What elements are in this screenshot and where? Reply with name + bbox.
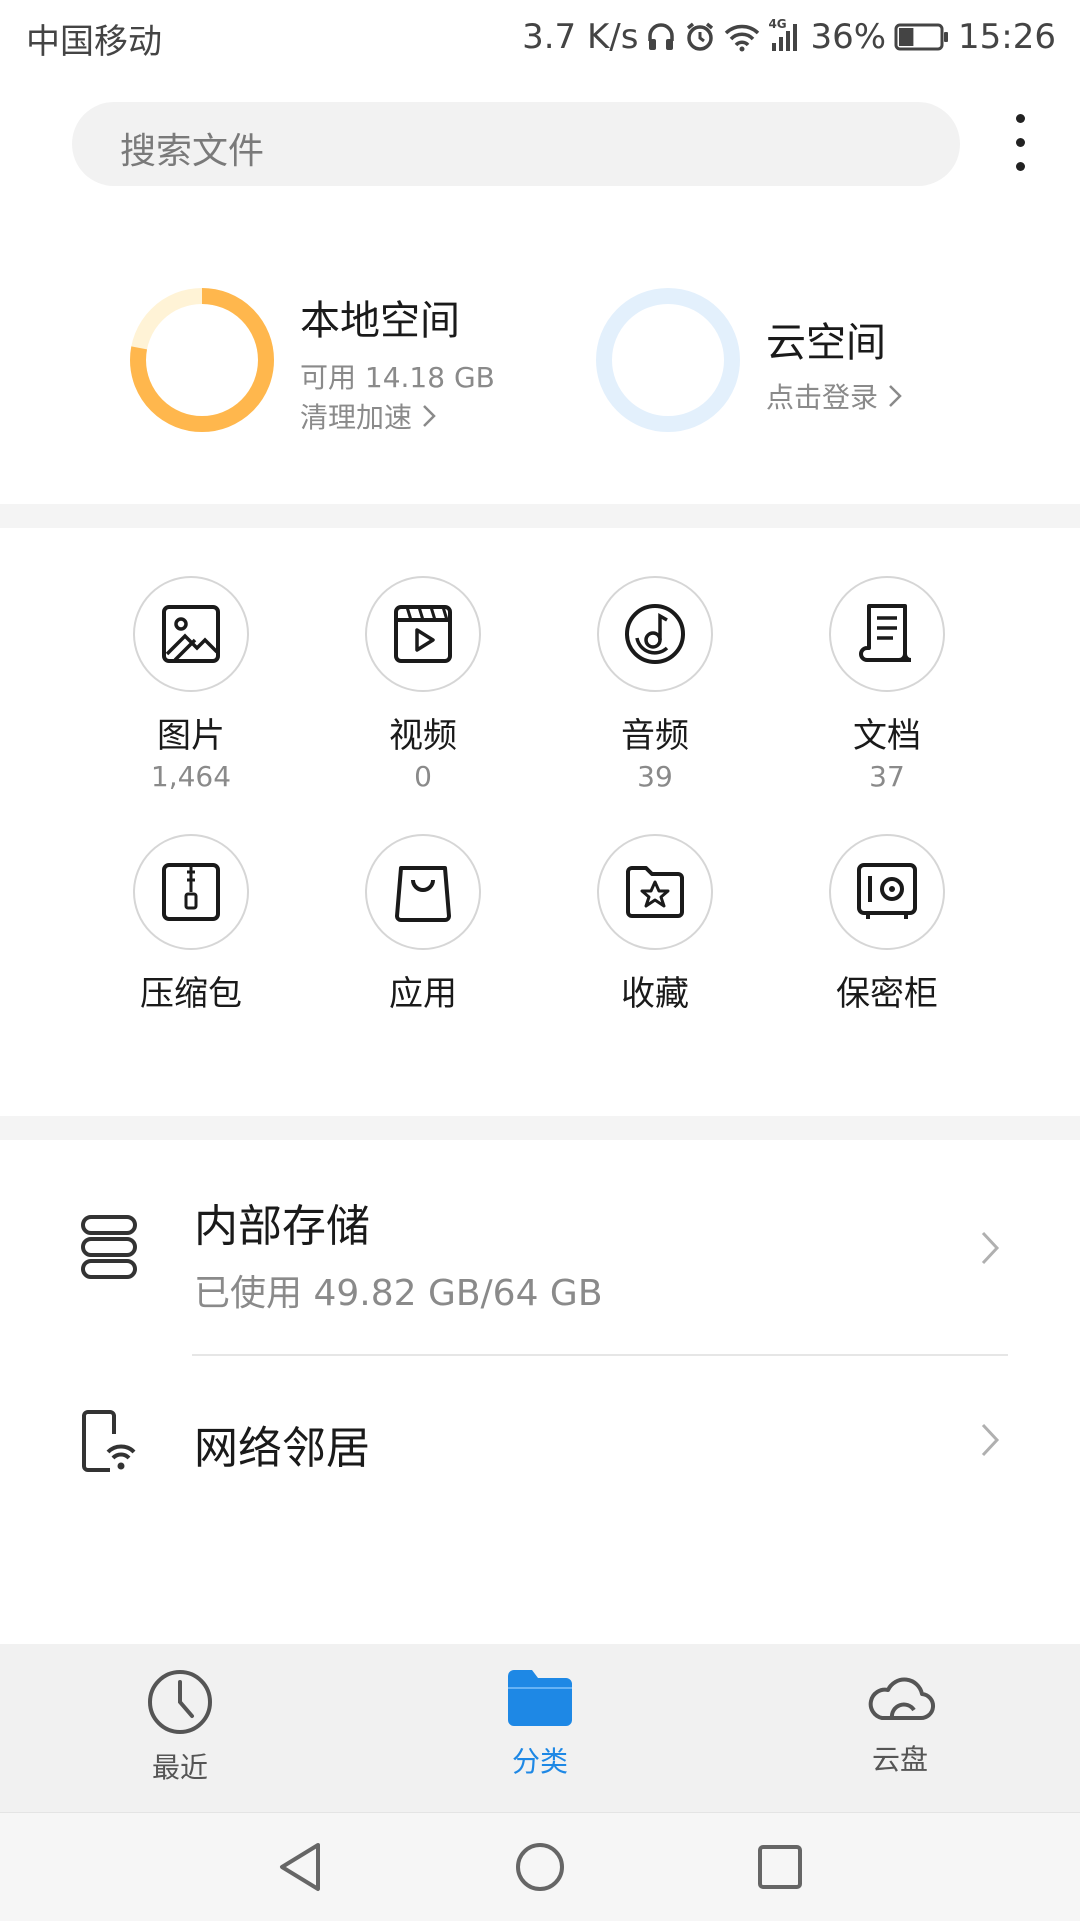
local-storage-title: 本地空间 [300, 298, 460, 344]
shopping-bag-icon [395, 866, 451, 922]
category-count: 0 [414, 760, 432, 793]
chevron-right-icon [981, 1423, 1000, 1457]
tab-label: 最近 [151, 1751, 208, 1784]
cloud-icon [868, 1677, 935, 1721]
home-icon[interactable] [514, 1841, 566, 1893]
cleanup-link[interactable]: 清理加速 [300, 396, 436, 436]
category-label: 文档 [853, 716, 921, 756]
category-count: 1,464 [150, 760, 232, 793]
document-icon [859, 604, 912, 662]
category-videos[interactable]: 视频 0 [307, 576, 539, 794]
category-apps[interactable]: 应用 [307, 834, 539, 1014]
list-separator [192, 1354, 1008, 1356]
category-count: 39 [637, 760, 673, 793]
cloud-storage-card[interactable]: 云空间 点击登录 [594, 284, 974, 444]
safe-icon [857, 863, 917, 919]
system-nav-bar [0, 1812, 1080, 1921]
clock-time: 15:26 [958, 17, 1056, 57]
category-label: 应用 [389, 974, 457, 1014]
category-archives[interactable]: 压缩包 [75, 834, 307, 1014]
more-dot-icon [1016, 138, 1025, 147]
chevron-right-icon [423, 405, 436, 427]
chevron-right-icon [981, 1231, 1000, 1265]
storage-stack-icon [81, 1215, 137, 1279]
recents-icon[interactable] [756, 1843, 804, 1891]
category-label: 压缩包 [140, 974, 242, 1014]
internal-storage-usage: 已使用 49.82 GB/64 GB [194, 1273, 603, 1314]
image-icon [162, 605, 220, 663]
battery-percent: 36% [810, 17, 887, 57]
search-bar[interactable]: 搜索文件 [72, 102, 960, 186]
folder-icon [508, 1670, 572, 1726]
local-storage-available: 可用 14.18 GB [300, 361, 495, 394]
back-icon[interactable] [276, 1841, 324, 1893]
network-neighbors-row[interactable]: 网络邻居 [0, 1358, 1080, 1522]
cloud-login-link[interactable]: 点击登录 [766, 376, 902, 416]
network-neighbors-title: 网络邻居 [194, 1423, 370, 1474]
category-label: 收藏 [621, 974, 689, 1014]
cloud-storage-ring [596, 288, 740, 432]
category-documents[interactable]: 文档 37 [771, 576, 1003, 794]
category-images[interactable]: 图片 1,464 [75, 576, 307, 794]
category-count: 37 [869, 760, 905, 793]
more-dot-icon [1016, 114, 1025, 123]
search-input[interactable]: 搜索文件 [120, 122, 264, 174]
cloud-login-label: 点击登录 [766, 381, 879, 414]
category-audio[interactable]: 音频 39 [539, 576, 771, 794]
category-icon-circle [365, 576, 481, 692]
category-icon-circle [133, 834, 249, 950]
video-icon [394, 605, 452, 663]
phone-wifi-icon [82, 1410, 136, 1472]
star-folder-icon [626, 866, 684, 918]
category-label: 保密柜 [836, 974, 938, 1014]
tab-categories[interactable]: 分类 [450, 1668, 630, 1780]
internal-storage-title: 内部存储 [194, 1201, 370, 1252]
category-favorites[interactable]: 收藏 [539, 834, 771, 1014]
category-icon-circle [829, 834, 945, 950]
internal-storage-row[interactable]: 内部存储 已使用 49.82 GB/64 GB [0, 1160, 1080, 1350]
tab-label: 分类 [511, 1745, 568, 1778]
status-indicators: 3.7 K/s 4G 36% 15:26 [522, 14, 1056, 60]
local-storage-ring [130, 288, 274, 432]
carrier-name: 中国移动 [26, 22, 162, 62]
network-speed: 3.7 K/s [522, 17, 639, 57]
tab-label: 云盘 [871, 1743, 928, 1776]
clock-icon [148, 1670, 212, 1734]
network-type-label: 4G [768, 17, 787, 31]
local-storage-card[interactable]: 本地空间 可用 14.18 GB 清理加速 [128, 284, 568, 444]
cloud-storage-title: 云空间 [766, 320, 886, 366]
music-icon [625, 604, 685, 664]
more-options-button[interactable] [1000, 108, 1040, 188]
tab-recent[interactable]: 最近 [90, 1668, 270, 1786]
category-label: 图片 [157, 716, 225, 756]
category-safe[interactable]: 保密柜 [771, 834, 1003, 1014]
category-icon-circle [365, 834, 481, 950]
category-icon-circle [597, 834, 713, 950]
category-label: 音频 [621, 716, 689, 756]
alarm-icon [684, 21, 716, 53]
tab-cloud-drive[interactable]: 云盘 [810, 1668, 990, 1778]
signal-icon: 4G [768, 17, 802, 53]
section-divider [0, 504, 1080, 528]
category-icon-circle [597, 576, 713, 692]
category-label: 视频 [389, 716, 457, 756]
category-icon-circle [829, 576, 945, 692]
cleanup-label: 清理加速 [300, 401, 413, 434]
chevron-right-icon [889, 385, 902, 407]
headset-icon [646, 21, 676, 53]
more-dot-icon [1016, 162, 1025, 171]
section-divider [0, 1116, 1080, 1140]
battery-icon [894, 23, 950, 51]
status-bar: 中国移动 3.7 K/s 4G 36% 15:26 [0, 0, 1080, 74]
category-icon-circle [133, 576, 249, 692]
wifi-icon [724, 22, 760, 52]
archive-icon [162, 863, 220, 921]
